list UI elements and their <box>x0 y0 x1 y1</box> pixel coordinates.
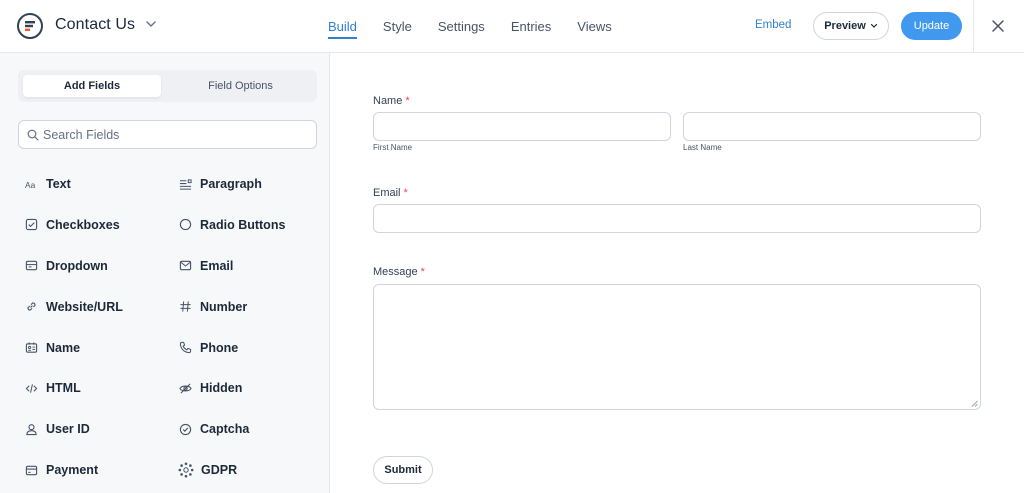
field-html[interactable]: HTML <box>24 377 178 399</box>
tab-style[interactable]: Style <box>383 0 412 53</box>
last-name-input[interactable] <box>683 112 981 141</box>
name-field-label[interactable]: Name * <box>373 95 410 107</box>
panel-tabs: Add Fields Field Options <box>18 70 317 102</box>
label-text: Name <box>373 95 403 107</box>
chevron-down-icon[interactable] <box>145 18 157 30</box>
label-text: Message <box>373 266 418 278</box>
preview-button[interactable]: Preview <box>813 12 889 40</box>
tab-field-options[interactable]: Field Options <box>168 75 313 97</box>
top-bar: Contact Us Build Style Settings Entries … <box>0 0 1024 53</box>
form-canvas: Name * First Name Last Name Email * Messag… <box>331 53 1024 493</box>
label-text: Email <box>373 187 401 199</box>
field-label: Number <box>200 299 248 314</box>
field-paragraph[interactable]: Paragraph <box>178 173 324 195</box>
last-name-sublabel: Last Name <box>683 143 722 152</box>
search-fields-input[interactable] <box>43 121 311 148</box>
user-icon <box>24 422 38 436</box>
field-captcha[interactable]: Captcha <box>178 418 324 440</box>
topbar-divider <box>973 0 974 53</box>
eye-off-icon <box>178 381 192 395</box>
radio-icon <box>178 218 192 232</box>
search-box <box>18 120 317 149</box>
field-website-url[interactable]: Website/URL <box>24 296 178 318</box>
update-button[interactable]: Update <box>901 12 962 40</box>
first-name-input[interactable] <box>373 112 671 141</box>
chevron-down-icon <box>870 23 877 28</box>
logo-mark <box>25 21 35 31</box>
field-text[interactable]: Aa Text <box>24 173 178 195</box>
tab-views[interactable]: Views <box>577 0 611 53</box>
field-checkboxes[interactable]: Checkboxes <box>24 214 178 236</box>
field-hidden[interactable]: Hidden <box>178 377 324 399</box>
message-textarea[interactable] <box>373 284 981 410</box>
field-label: Phone <box>200 340 239 355</box>
dropdown-icon <box>24 259 38 273</box>
field-gdpr[interactable]: GDPR <box>178 459 324 481</box>
gdpr-stars-icon <box>178 462 194 478</box>
formidable-logo-icon[interactable] <box>17 13 43 39</box>
embed-link[interactable]: Embed <box>755 19 791 31</box>
message-field-label[interactable]: Message * <box>373 266 425 278</box>
field-label: User ID <box>46 422 90 437</box>
field-user-id[interactable]: User ID <box>24 418 178 440</box>
email-icon <box>178 259 192 273</box>
field-label: Website/URL <box>46 299 123 314</box>
search-icon <box>27 129 39 141</box>
name-card-icon <box>24 341 38 355</box>
svg-text:Aa: Aa <box>25 180 36 190</box>
form-title[interactable]: Contact Us <box>55 16 135 34</box>
field-phone[interactable]: Phone <box>178 337 324 359</box>
text-icon: Aa <box>24 177 38 191</box>
field-label: HTML <box>46 381 81 396</box>
field-email[interactable]: Email <box>178 255 324 277</box>
first-name-sublabel: First Name <box>373 143 413 152</box>
field-label: Text <box>46 177 71 191</box>
field-label: Paragraph <box>200 177 262 191</box>
field-label: Dropdown <box>46 258 108 273</box>
close-icon[interactable] <box>991 19 1005 33</box>
main-nav: Build Style Settings Entries Views <box>328 0 638 53</box>
field-label: Captcha <box>200 422 250 437</box>
credit-card-icon <box>24 463 38 477</box>
field-radio-buttons[interactable]: Radio Buttons <box>178 214 324 236</box>
field-label: GDPR <box>201 463 238 478</box>
email-field-label[interactable]: Email * <box>373 187 408 199</box>
field-label: Radio Buttons <box>200 217 286 232</box>
tab-settings[interactable]: Settings <box>438 0 485 53</box>
field-number[interactable]: Number <box>178 296 324 318</box>
preview-label: Preview <box>824 20 866 32</box>
phone-icon <box>178 341 192 355</box>
tab-entries[interactable]: Entries <box>511 0 551 53</box>
checkbox-icon <box>24 218 38 232</box>
paragraph-icon <box>178 177 192 191</box>
field-label: Checkboxes <box>46 217 120 232</box>
tab-build[interactable]: Build <box>328 0 357 53</box>
submit-button[interactable]: Submit <box>373 456 433 484</box>
field-label: Hidden <box>200 381 243 396</box>
hash-icon <box>178 300 192 314</box>
field-list: Aa Text Paragraph Checkboxes Radio Butto… <box>24 173 324 493</box>
required-mark: * <box>405 95 410 107</box>
link-icon <box>24 300 38 314</box>
field-payment[interactable]: Payment <box>24 459 178 481</box>
required-mark: * <box>420 266 425 278</box>
field-label: Payment <box>46 463 99 478</box>
required-mark: * <box>403 187 408 199</box>
shield-check-icon <box>178 422 192 436</box>
email-input[interactable] <box>373 204 981 233</box>
tab-add-fields[interactable]: Add Fields <box>23 75 161 97</box>
field-label: Email <box>200 258 234 273</box>
fields-sidebar: Add Fields Field Options Aa Text Paragra… <box>0 53 330 493</box>
field-label: Name <box>46 340 81 355</box>
resize-grip-icon[interactable] <box>971 400 978 407</box>
field-name[interactable]: Name <box>24 337 178 359</box>
code-icon <box>24 381 38 395</box>
field-dropdown[interactable]: Dropdown <box>24 255 178 277</box>
